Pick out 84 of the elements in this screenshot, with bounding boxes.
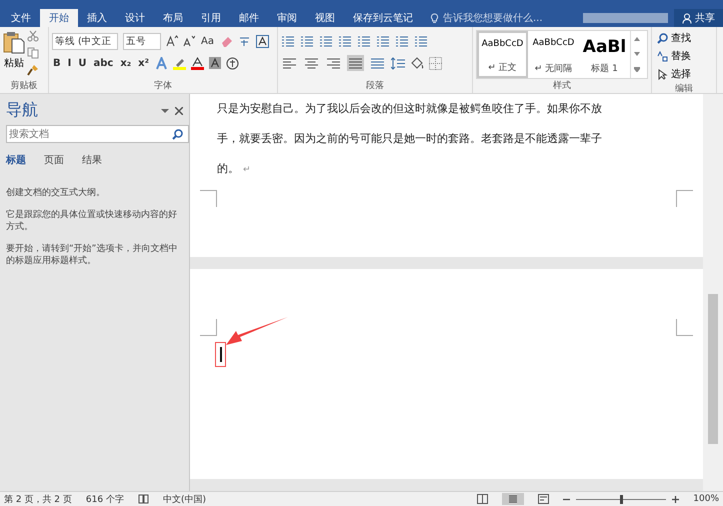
zoom-level[interactable]: 100% [693,494,719,504]
shrink-font-icon[interactable] [183,35,195,47]
scissors-icon[interactable] [27,30,39,42]
replace-icon [657,50,668,62]
format-button[interactable]: U [77,58,88,68]
language-label[interactable]: 中文(中国) [162,492,206,506]
tell-me-field[interactable]: 告诉我您想要做什么... [443,11,543,25]
ribbon-tab[interactable]: 邮件 [230,9,268,27]
crop-mark [200,319,217,336]
group-label: 剪贴板 [10,80,38,93]
pane-tab[interactable]: 页面 [44,151,72,169]
format-button[interactable]: x₂ [119,58,132,68]
person-icon [682,12,692,24]
zoom-slider-thumb[interactable] [620,494,624,504]
clipboard-icon [3,30,25,54]
copy-icon[interactable] [27,47,39,59]
ribbon-tab[interactable]: 审阅 [268,9,306,27]
search-icon [657,32,668,44]
word-count: 616 个字 [86,494,124,506]
format-button[interactable]: I [66,58,72,68]
ribbon-tab[interactable]: 引用 [192,9,230,27]
ribbon-tab[interactable]: 开始 [40,9,78,27]
search-field[interactable]: 搜索文档 [6,125,189,143]
grow-font-icon[interactable] [166,35,178,47]
group-label: 段落 [365,80,385,93]
font-name-dropdown[interactable]: 等线 (中文正 [52,32,118,50]
book-icon[interactable] [138,494,149,504]
group-label: 字体 [153,80,173,93]
close-icon[interactable] [175,106,183,114]
text-effects-icon[interactable] [155,56,168,70]
font-color-icon[interactable] [191,56,204,70]
pointer-icon [657,68,668,80]
group-label: 编辑 [674,82,694,96]
ribbon-tab[interactable]: 保存到云笔记 [344,9,422,27]
editing-button[interactable]: 替换 [655,48,713,64]
ribbon-tab[interactable]: 视图 [306,9,344,27]
borders-icon[interactable] [429,56,442,70]
dropdown-caret-icon[interactable] [161,108,169,114]
crop-mark [676,190,693,207]
character-border-icon[interactable] [256,34,269,48]
enclosed-character-icon[interactable] [226,56,240,70]
plus-icon[interactable] [672,496,680,502]
pane-title: 导航 [6,100,38,121]
ribbon-tab[interactable]: 布局 [154,9,192,27]
highlighter-icon[interactable] [173,56,186,70]
help-text: 要开始，请转到“开始”选项卡，并向文档中的标题应用标题样式。 [6,243,178,267]
editing-button[interactable]: 查找 [655,30,713,46]
ribbon-tab[interactable]: 设计 [116,9,154,27]
group-label: 样式 [552,80,572,93]
lines-icon [508,494,518,504]
print-layout-button[interactable] [502,493,524,505]
document-paragraph: 只是为安慰自己。为了我以后会改的但这时就像是被鳄鱼咬住了手。如果你不放手，就要丢密。因为之前的号可能只是她一时的套路。老套路是不能透露一辈子的。 ↵ [217,101,603,177]
text-cursor [220,347,222,362]
share-button[interactable]: 共享 [674,9,723,27]
read-mode-icon[interactable] [477,494,488,504]
paintbrush-icon[interactable] [27,64,39,76]
bullets-icon[interactable] [281,34,295,48]
style-gallery-item[interactable]: AaBbCcD ↵ 正文 [477,31,528,78]
crop-mark [676,319,693,336]
format-button[interactable]: B [52,58,62,68]
ribbon-tab[interactable]: 插入 [78,9,116,27]
gallery-scroll-buttons[interactable] [630,31,643,78]
change-case-button[interactable]: Aa [200,36,215,46]
format-button[interactable]: x² [137,58,150,68]
phonetic-guide-icon[interactable] [238,35,251,47]
pane-tab[interactable]: 标题 [6,151,34,169]
ribbon-tab[interactable]: 文件 [2,9,40,27]
scroll-bar[interactable] [703,94,723,491]
font-size-dropdown[interactable]: 五号 [123,32,161,50]
character-shading-icon[interactable] [209,57,222,69]
help-text: 创建文档的交互式大纲。 [6,187,106,199]
paint-bucket-icon[interactable] [410,56,424,70]
editing-button[interactable]: 选择 [655,66,713,82]
web-layout-icon[interactable] [538,494,550,504]
page-count: 第 2 页，共 2 页 [4,494,72,506]
annotation-arrow [226,317,288,347]
pane-tab[interactable]: 结果 [82,151,110,169]
lightbulb-icon [430,12,439,24]
align-button[interactable] [347,55,364,71]
help-text: 它是跟踪您的具体位置或快速移动内容的好方式。 [6,209,178,233]
format-button[interactable]: abc [92,58,114,68]
paste-button[interactable]: 粘贴 [3,30,25,76]
line-spacing-icon[interactable] [391,56,405,70]
crop-mark [200,190,217,207]
